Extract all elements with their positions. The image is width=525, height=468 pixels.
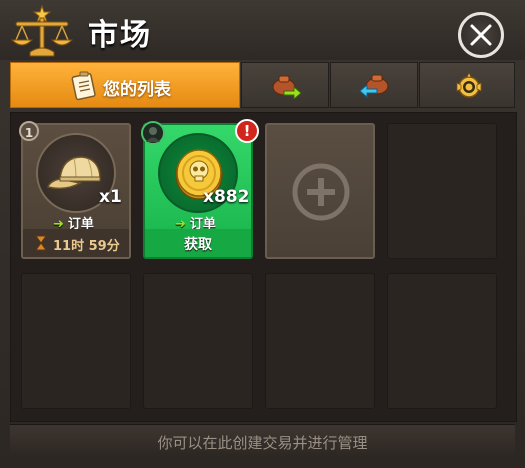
plus-icon	[292, 163, 350, 221]
empty-slot	[265, 273, 375, 409]
footer-hint: 你可以在此创建交易并进行管理	[157, 434, 368, 452]
market-panel: 市场 您的列表 x1 ➜ 订单 11时 59分 1 x882 ➜ 订单 获取 !…	[0, 0, 525, 468]
bag-arrow-right-icon	[272, 75, 302, 99]
tab-buy-orders[interactable]	[330, 62, 418, 108]
timer-bar: 11时 59分	[23, 229, 129, 257]
tab-sell-orders[interactable]	[241, 62, 329, 108]
timer-text: 11时 59分	[53, 239, 120, 254]
tab-bar: 您的列表	[10, 62, 515, 108]
tab-label: 您的列表	[103, 80, 171, 100]
alert-badge: !	[235, 119, 259, 143]
empty-slot	[21, 273, 131, 409]
claim-label: 获取	[184, 237, 212, 253]
empty-slot	[387, 273, 497, 409]
bag-arrow-left-icon	[359, 74, 389, 99]
empty-slot	[387, 123, 497, 259]
empty-slot	[143, 273, 253, 409]
page-title: 市场	[88, 18, 152, 53]
tab-gold[interactable]	[419, 62, 515, 108]
notepad-icon	[71, 71, 96, 101]
hourglass-icon	[35, 235, 47, 251]
item-quantity: x1	[99, 187, 122, 207]
close-icon	[470, 24, 492, 46]
footer: 你可以在此创建交易并进行管理	[10, 424, 515, 459]
scales-of-trade-icon	[10, 4, 74, 57]
character-portrait-icon	[146, 127, 160, 142]
claim-button[interactable]: 获取	[145, 229, 251, 257]
item-quantity: x882	[203, 187, 250, 207]
header: 市场	[0, 0, 525, 60]
tab-your-listings[interactable]: 您的列表	[10, 62, 240, 108]
listing-slot-cap[interactable]: x1 ➜ 订单 11时 59分	[21, 123, 131, 259]
close-button[interactable]	[458, 12, 504, 58]
listing-slot-coin[interactable]: x882 ➜ 订单 获取	[143, 123, 253, 259]
gold-coin-emblem-icon	[456, 72, 482, 98]
slot-number-badge: 1	[19, 121, 39, 141]
listing-grid: x1 ➜ 订单 11时 59分 1 x882 ➜ 订单 获取 !	[10, 112, 517, 422]
add-listing-button[interactable]	[265, 123, 375, 259]
avatar	[141, 121, 165, 145]
